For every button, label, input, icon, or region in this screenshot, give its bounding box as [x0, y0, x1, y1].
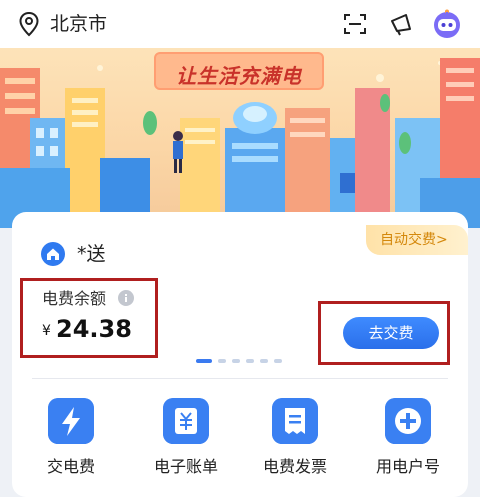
megaphone-icon[interactable] [389, 11, 415, 37]
pay-button[interactable]: 去交费 [343, 317, 439, 349]
scan-icon[interactable] [343, 12, 367, 36]
pager-dot [246, 359, 254, 363]
service-invoice[interactable]: 电费发票 [250, 398, 340, 488]
yuan-bill-icon [163, 398, 209, 444]
autopay-link[interactable]: 自动交费> [366, 225, 468, 255]
pager-dot [260, 359, 268, 363]
balance-amount: 24.38 [56, 315, 132, 343]
invoice-icon [272, 398, 318, 444]
pager-dot-active [196, 359, 212, 363]
pager-dot [232, 359, 240, 363]
currency-symbol: ¥ [42, 323, 51, 339]
service-account-number[interactable]: 用电户号 [363, 398, 453, 488]
service-label: 用电户号 [375, 457, 440, 476]
balance-label: 电费余额 [42, 289, 107, 308]
city-selector[interactable]: 北京市 [50, 12, 107, 36]
location-pin-icon[interactable] [18, 11, 40, 37]
service-label: 交电费 [46, 457, 95, 476]
pager-dot [274, 359, 282, 363]
service-label: 电费发票 [262, 457, 327, 476]
service-label: 电子账单 [153, 457, 218, 476]
divider [32, 378, 448, 379]
service-pay-electricity[interactable]: 交电费 [26, 398, 116, 488]
plus-icon [385, 398, 431, 444]
info-icon[interactable] [118, 290, 134, 306]
banner-title: 让生活充满电 [176, 64, 302, 88]
pager-dot [218, 359, 226, 363]
banner-title-box: 让生活充满电 [154, 52, 324, 90]
service-e-bill[interactable]: 电子账单 [141, 398, 231, 488]
home-icon [41, 242, 65, 266]
lightning-icon [48, 398, 94, 444]
account-name[interactable]: *送 [77, 242, 106, 266]
top-bar: 北京市 [0, 0, 480, 48]
promo-banner[interactable]: 让生活充满电 [0, 48, 480, 228]
robot-assistant-icon[interactable] [431, 8, 463, 40]
